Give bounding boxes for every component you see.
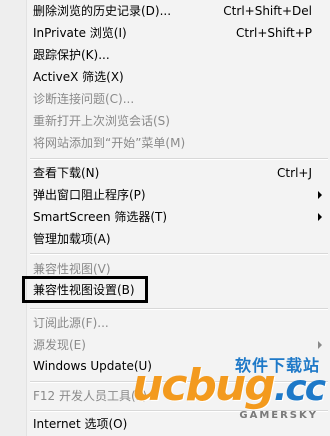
menu-item-label: 删除浏览的历史记录(D)...: [33, 4, 172, 18]
menu-item-subscribe-feed[interactable]: 订阅此源(F)...: [0, 312, 330, 334]
menu-separator: [30, 253, 328, 255]
menu-item-label: 管理加载项(A): [33, 232, 111, 246]
menu-item-label: 源发现(E): [33, 338, 86, 352]
menu-item-label: InPrivate 浏览(I): [33, 26, 127, 40]
menu-item-reopen-last-session[interactable]: 重新打开上次浏览会话(S): [0, 110, 330, 132]
menu-item-diagnose-connection[interactable]: 诊断连接问题(C)...: [0, 88, 330, 110]
menu-item-label: 跟踪保护(K)...: [33, 48, 110, 62]
menu-item-label: 订阅此源(F)...: [33, 316, 109, 330]
menu-item-label: Internet 选项(O): [33, 417, 128, 431]
menu-item-popup-blocker[interactable]: 弹出窗口阻止程序(P): [0, 184, 330, 206]
menu-item-activex-filtering[interactable]: ActiveX 筛选(X): [0, 66, 330, 88]
menu-item-label: F12 开发人员工具(L): [33, 389, 148, 403]
submenu-arrow-icon: [318, 213, 322, 221]
menu-item-tracking-protection[interactable]: 跟踪保护(K)...: [0, 44, 330, 66]
menu-item-label: 弹出窗口阻止程序(P): [33, 188, 146, 202]
menu-item-view-downloads[interactable]: 查看下载(N) Ctrl+J: [0, 162, 330, 184]
menu-item-label: 查看下载(N): [33, 166, 100, 180]
menu-item-smartscreen-filter[interactable]: SmartScreen 筛选器(T): [0, 206, 330, 228]
menu-item-label: 将网站添加到“开始”菜单(M): [33, 136, 186, 150]
menu-item-shortcut: Ctrl+Shift+Del: [223, 4, 312, 18]
menu-item-shortcut: Ctrl+J: [277, 166, 312, 180]
menu-item-label: ActiveX 筛选(X): [33, 70, 124, 84]
menu-item-manage-addons[interactable]: 管理加载项(A): [0, 228, 330, 250]
submenu-arrow-icon: [318, 191, 322, 199]
menu-item-label: 诊断连接问题(C)...: [33, 92, 135, 106]
menu-item-label: 重新打开上次浏览会话(S): [33, 114, 170, 128]
watermark-english-text: GAMERSKY: [239, 410, 318, 421]
submenu-arrow-icon: [318, 341, 322, 349]
watermark-logo-main: ucbug: [132, 360, 276, 411]
menu-item-label: SmartScreen 筛选器(T): [33, 210, 168, 224]
menu-item-inprivate-browsing[interactable]: InPrivate 浏览(I) Ctrl+Shift+P: [0, 22, 330, 44]
highlight-annotation-box: [22, 276, 148, 303]
site-watermark: 软件下载站 ucbug.cc GAMERSKY: [132, 352, 326, 434]
watermark-logo-suffix: .cc: [273, 368, 326, 409]
menu-item-delete-history[interactable]: 删除浏览的历史记录(D)... Ctrl+Shift+Del: [0, 0, 330, 22]
menu-item-add-site-to-start[interactable]: 将网站添加到“开始”菜单(M): [0, 132, 330, 154]
menu-separator: [30, 308, 328, 310]
watermark-logo: ucbug.cc: [132, 360, 326, 411]
menu-item-shortcut: Ctrl+Shift+P: [236, 26, 312, 40]
menu-separator: [30, 158, 328, 160]
